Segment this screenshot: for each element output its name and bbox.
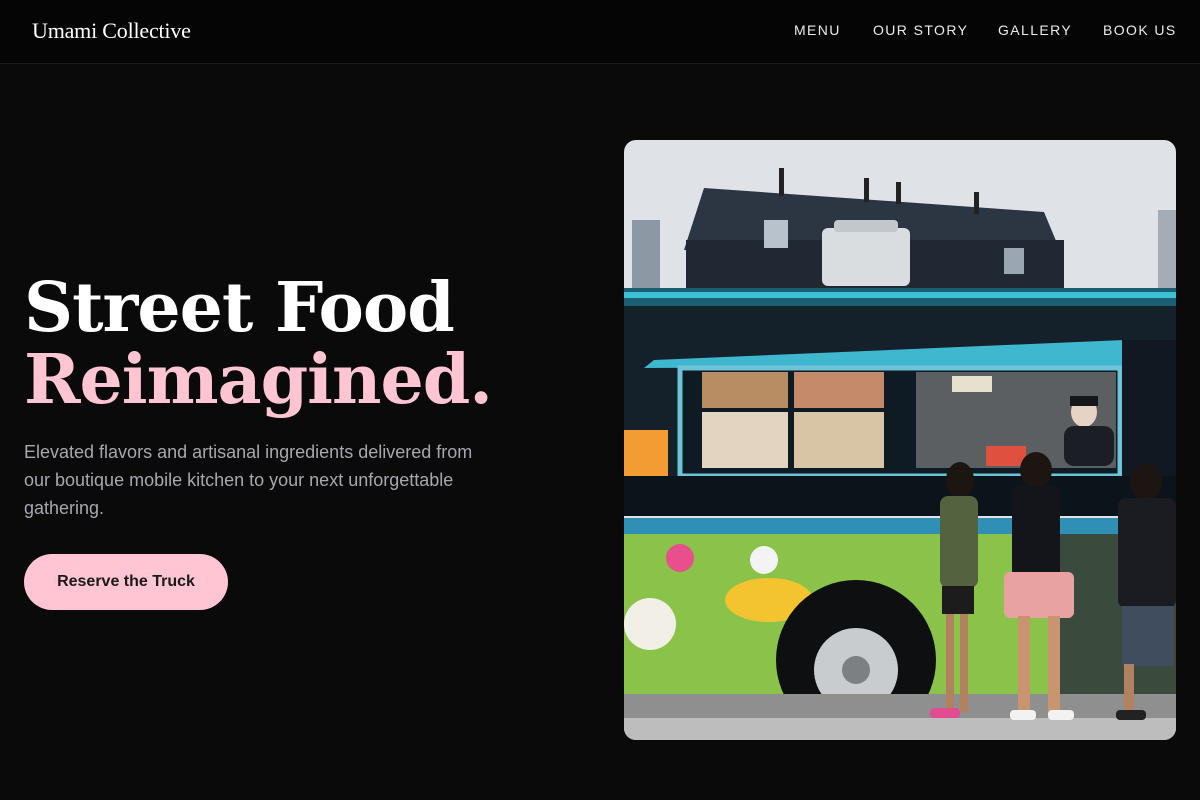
food-photo-2 [794,372,884,408]
skull-art-2 [750,546,778,574]
flower-art [666,544,694,572]
food-photo-1 [702,372,788,408]
truck-vent [822,228,910,286]
chimney [779,168,784,196]
nav-item-menu[interactable]: MENU [794,22,841,38]
nav-item-book-us[interactable]: BOOK US [1103,22,1177,38]
brand-logo[interactable]: Umami Collective [32,18,191,44]
menu-board [1122,340,1176,480]
chimney [896,182,901,204]
building-window [764,220,788,248]
curb [624,718,1176,740]
hero-title: Street Food Reimagined. [24,268,493,420]
hero-subtitle: Elevated flavors and artisanal ingredien… [24,442,473,518]
chimney [864,178,869,202]
hero-title-line2: Reimagined. [24,340,493,420]
cash-only-sign [952,376,992,392]
food-photo-3 [702,412,788,468]
reserve-truck-button[interactable]: Reserve the Truck [24,554,228,610]
hero-title-line1: Street Food [24,268,455,348]
chimney [974,192,979,214]
food-truck-photo [624,140,1176,740]
truck-top-pattern [624,292,1176,298]
skull-art [624,598,676,650]
truck-vent-top [834,220,898,232]
nav-item-gallery[interactable]: GALLERY [998,22,1072,38]
top-navbar: Umami Collective MENU OUR STORY GALLERY … [0,0,1200,64]
building-window [1004,248,1024,274]
condiments [986,446,1026,466]
food-photo-4 [794,412,884,468]
wheel-hub [842,656,870,684]
truck-banner [624,476,1176,516]
nav-item-our-story[interactable]: OUR STORY [873,22,968,38]
truck-pattern-band [624,518,1176,534]
distant-tower-right [1158,210,1176,300]
